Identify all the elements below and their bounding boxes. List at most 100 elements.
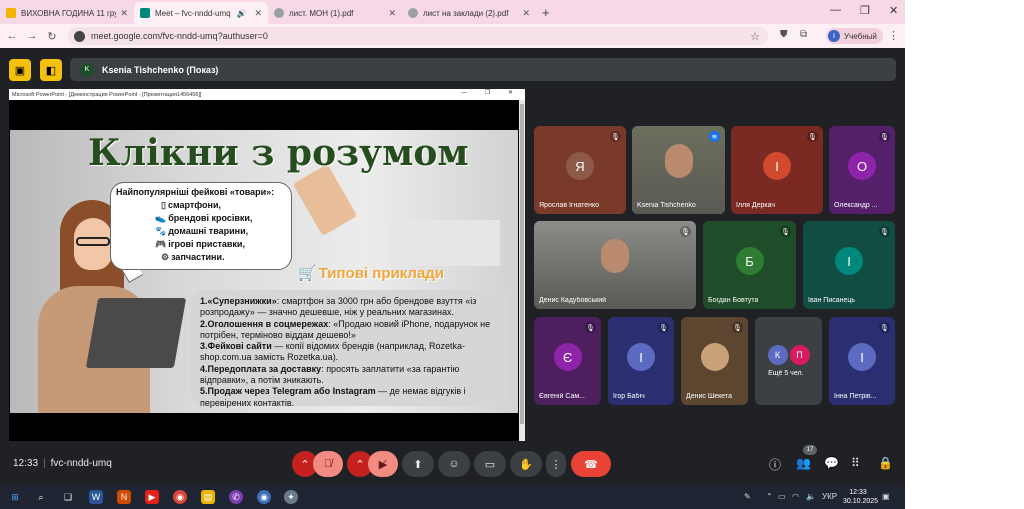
tab-label: Meet – fvc-nndd-umq bbox=[155, 8, 231, 18]
captions-button[interactable]: ▭ bbox=[474, 451, 506, 477]
participant-name: Богдан Бовтута bbox=[708, 297, 759, 304]
viber-icon[interactable]: ✆ bbox=[229, 490, 243, 504]
list-item: 👟 брендові кросівки, bbox=[155, 213, 253, 223]
avatar: Б bbox=[735, 247, 764, 275]
chevron-up-icon: ⌃ bbox=[300, 458, 310, 471]
file-explorer-icon[interactable]: ▤ bbox=[201, 490, 215, 504]
reload-icon[interactable]: ↻ bbox=[42, 30, 62, 43]
participant-tile[interactable]: І Ілля Деркач 🎙 bbox=[731, 126, 823, 214]
present-button[interactable]: ⬆ bbox=[402, 451, 434, 477]
wifi-icon[interactable]: ◠ bbox=[792, 492, 799, 501]
participant-tile[interactable]: Б Богдан Бовтута 🎙 bbox=[703, 221, 796, 309]
close-icon[interactable]: ✕ bbox=[388, 8, 396, 19]
sneaker-icon: 👟 bbox=[155, 213, 167, 223]
forward-icon[interactable]: → bbox=[22, 30, 42, 42]
example-item: 4.Передоплата за доставку: просять запла… bbox=[200, 363, 460, 386]
tab-meet[interactable]: Meet – fvc-nndd-umq 🔊 ✕ bbox=[134, 2, 268, 24]
search-icon[interactable]: ⌕ bbox=[34, 490, 48, 504]
people-icon[interactable]: 👥 bbox=[796, 456, 811, 470]
participant-tile[interactable]: Ksenia Tishchenko ≋ bbox=[632, 126, 725, 214]
stop-presenting-icon[interactable]: ▣ bbox=[9, 59, 31, 81]
participant-tile[interactable]: І Ігор Бабіч 🎙 bbox=[608, 317, 674, 405]
reactions-button[interactable]: ☺ bbox=[438, 451, 470, 477]
speaking-indicator-icon: ≋ bbox=[709, 131, 720, 142]
mic-off-icon: 🎙 bbox=[879, 131, 890, 142]
extensions-puzzle-icon[interactable]: ⧉ bbox=[800, 29, 807, 40]
raise-hand-button[interactable]: ✋ bbox=[510, 451, 542, 477]
participant-tile[interactable]: І Інна Петрів... 🎙 bbox=[829, 317, 895, 405]
slide-title: Клікни з розумом bbox=[88, 132, 469, 174]
host-controls-icon[interactable]: 🔒 bbox=[878, 456, 893, 470]
participant-tile[interactable]: Денис Кадубовський 🎙 bbox=[534, 221, 696, 309]
battery-icon[interactable]: ▭ bbox=[778, 492, 786, 501]
speaker-icon[interactable]: 🔊 bbox=[236, 9, 246, 18]
tab-lyst-mon[interactable]: лист. МОН (1).pdf ✕ bbox=[268, 2, 402, 24]
notifications-icon[interactable]: ▣ bbox=[882, 492, 890, 501]
volume-icon[interactable]: 🔈 bbox=[806, 492, 816, 501]
participant-tile[interactable]: О Олександр ... 🎙 bbox=[829, 126, 895, 214]
chat-icon[interactable]: 💬 bbox=[824, 456, 839, 470]
maximize-icon[interactable]: ❐ bbox=[860, 4, 870, 17]
participant-name: Євгеній Сам... bbox=[539, 393, 585, 400]
avatar: K bbox=[80, 62, 94, 77]
scrollbar[interactable] bbox=[519, 100, 525, 441]
participant-name: Ігор Бабіч bbox=[613, 393, 645, 400]
mic-toggle-button[interactable]: 🎙̸ bbox=[313, 451, 343, 477]
task-view-icon[interactable]: ❑ bbox=[61, 490, 75, 504]
app-icon[interactable]: N bbox=[117, 490, 131, 504]
bookmark-star-icon[interactable]: ☆ bbox=[750, 30, 760, 43]
participant-tile[interactable]: К П Ещё 5 чел. bbox=[755, 317, 822, 405]
site-info-icon[interactable] bbox=[74, 30, 85, 42]
more-options-button[interactable]: ⋮ bbox=[546, 451, 566, 477]
participant-name: Іван Писанець bbox=[808, 297, 856, 304]
chrome-active-icon[interactable]: ◉ bbox=[257, 490, 271, 504]
youtube-icon[interactable]: ▶ bbox=[145, 490, 159, 504]
browser-menu-icon[interactable]: ⋮ bbox=[888, 29, 899, 42]
bubble-heading: Найпопулярніші фейкові «товари»: bbox=[116, 187, 275, 197]
participant-name: Денис Шекета bbox=[686, 393, 732, 400]
profile-button[interactable]: I Учебный bbox=[826, 28, 883, 44]
close-icon[interactable]: ✕ bbox=[120, 8, 128, 19]
camera-toggle-button[interactable]: ▶̸ bbox=[368, 451, 398, 477]
app-icon[interactable]: ✦ bbox=[284, 490, 298, 504]
tab-label: лист. МОН (1).pdf bbox=[289, 8, 354, 18]
ppt-window-title: Microsoft PowerPoint - [Демонстрация Pow… bbox=[12, 91, 202, 98]
word-icon[interactable]: W bbox=[89, 490, 103, 504]
clock-time: 12:33 bbox=[849, 489, 867, 496]
extension-icon[interactable]: ⛊ bbox=[780, 29, 788, 40]
video-feed bbox=[534, 221, 696, 309]
url-input[interactable]: meet.google.com/fvc-nndd-umq?authuser=0 … bbox=[68, 27, 768, 45]
windows-start-icon[interactable]: ⊞ bbox=[8, 490, 22, 504]
tab-vykhovna-hodyna[interactable]: ВИХОВНА ГОДИНА 11 група ✕ bbox=[0, 2, 134, 24]
close-window-icon[interactable]: ✕ bbox=[889, 4, 898, 17]
close-icon[interactable]: ✕ bbox=[254, 8, 262, 19]
captions-icon: ▭ bbox=[484, 458, 496, 471]
language-indicator[interactable]: УКР bbox=[822, 492, 837, 501]
chrome-icon[interactable]: ◉ bbox=[173, 490, 187, 504]
participant-name: Денис Кадубовський bbox=[539, 297, 607, 304]
mic-off-icon: 🎙 bbox=[879, 226, 890, 237]
leave-call-button[interactable]: ☎ bbox=[571, 451, 611, 477]
participant-tile[interactable]: Денис Шекета 🎙 bbox=[681, 317, 748, 405]
list-item: 🎮 ігрові приставки, bbox=[155, 239, 245, 249]
avatar: П bbox=[789, 345, 810, 365]
activities-icon[interactable]: ⠿ bbox=[851, 456, 860, 470]
back-icon[interactable]: ← bbox=[2, 30, 22, 42]
example-item: 3.Фейкові сайти — копії відомих брендів … bbox=[200, 341, 466, 363]
tab-lyst-na-zaklady[interactable]: лист на заклади (2).pdf ✕ bbox=[402, 2, 536, 24]
minimize-icon[interactable]: — bbox=[830, 4, 841, 16]
speech-bubble: Найпопулярніші фейкові «товари»: ▯ смартф… bbox=[110, 182, 292, 270]
chevron-up-icon[interactable]: ⌃ bbox=[766, 492, 773, 501]
close-icon[interactable]: ✕ bbox=[522, 8, 530, 19]
meeting-details-icon[interactable]: ⓘ bbox=[769, 456, 781, 473]
presentation-layout-icon[interactable]: ◧ bbox=[40, 59, 62, 81]
pen-icon[interactable]: ✎ bbox=[744, 492, 751, 501]
mic-off-icon: 🎙 bbox=[610, 131, 621, 142]
mic-off-icon: 🎙 bbox=[658, 322, 669, 333]
participant-tile[interactable]: Є Євгеній Сам... 🎙 bbox=[534, 317, 601, 405]
window-controls-icon: — ❐ ✕ bbox=[461, 90, 521, 96]
taskbar-clock[interactable]: 12:33 30.10.2025 bbox=[843, 488, 878, 506]
new-tab-button[interactable]: + bbox=[542, 5, 550, 20]
participant-tile[interactable]: Я Ярослав Ігнатенко 🎙 bbox=[534, 126, 626, 214]
participant-tile[interactable]: І Іван Писанець 🎙 bbox=[803, 221, 895, 309]
